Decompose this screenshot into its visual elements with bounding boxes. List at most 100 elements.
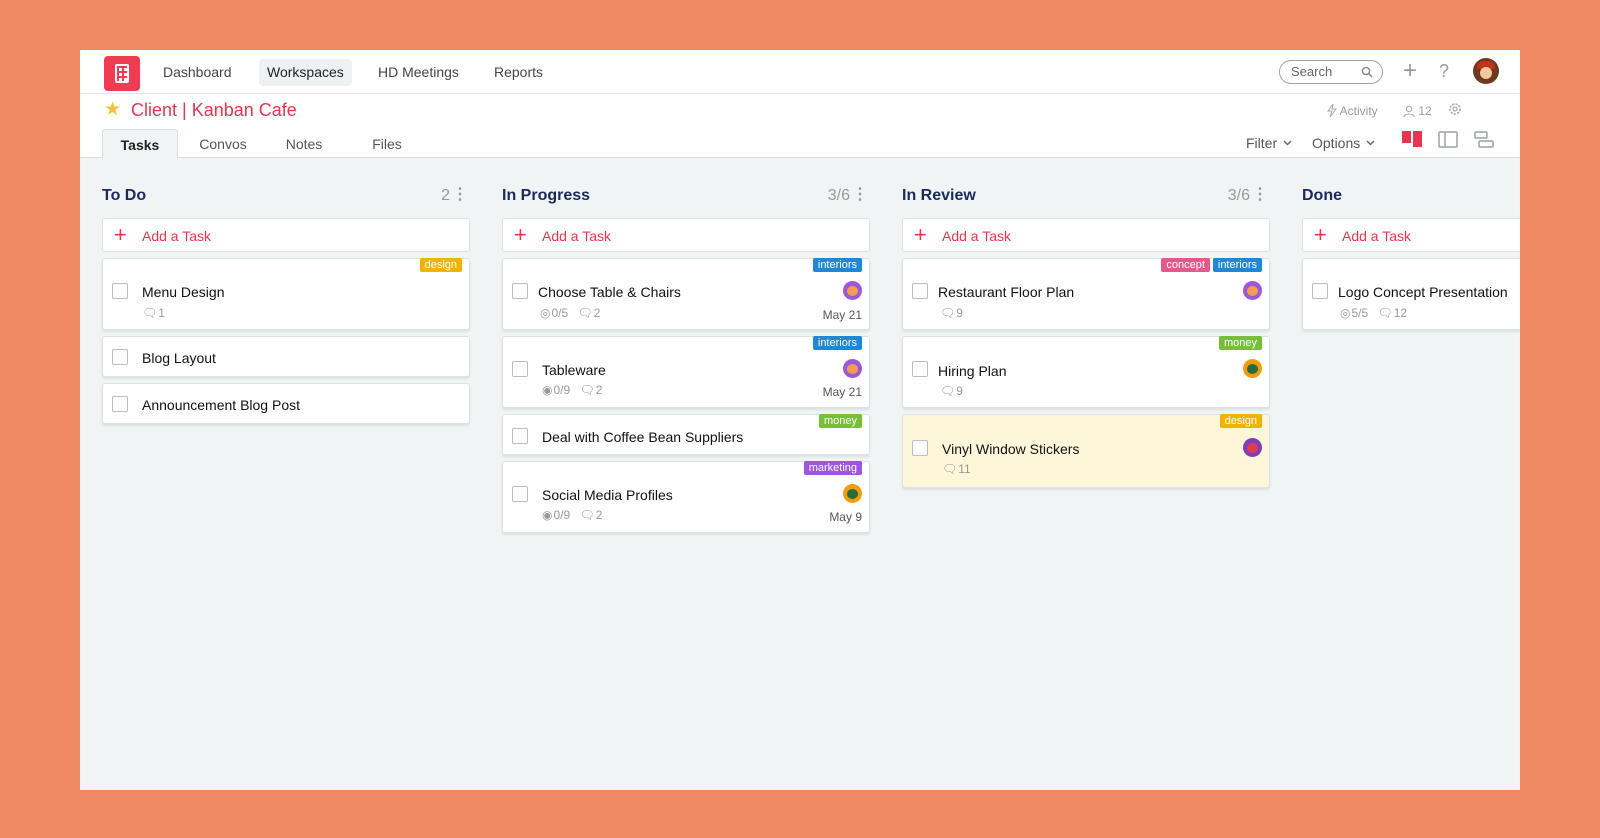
- task-title[interactable]: Logo Concept Presentation: [1338, 283, 1508, 301]
- help-icon[interactable]: ?: [1439, 61, 1449, 81]
- task-checkbox[interactable]: [112, 283, 128, 299]
- tag-money[interactable]: money: [818, 414, 862, 428]
- due-date: May 21: [822, 308, 862, 322]
- assignee-avatar[interactable]: [1243, 359, 1262, 378]
- task-title[interactable]: Blog Layout: [142, 349, 216, 367]
- task-checkbox[interactable]: [112, 396, 128, 412]
- task-card[interactable]: design Vinyl Window Stickers 🗨11: [902, 414, 1270, 488]
- more-vertical-icon[interactable]: ⋮: [852, 186, 868, 204]
- add-task-label: Add a Task: [1342, 228, 1412, 244]
- assignee-avatar[interactable]: [843, 281, 862, 300]
- task-meta: 🗨1: [142, 306, 171, 320]
- task-card[interactable]: Blog Layout: [102, 336, 470, 377]
- nav-hd-meetings[interactable]: HD Meetings: [370, 59, 467, 86]
- column-title: Done: [1302, 187, 1342, 204]
- tab-notes[interactable]: Notes: [276, 129, 332, 158]
- tab-convos[interactable]: Convos: [188, 129, 258, 158]
- task-title[interactable]: Deal with Coffee Bean Suppliers: [542, 428, 743, 446]
- task-card[interactable]: interiors Tableware ◉0/9 🗨2 May 21: [502, 336, 870, 408]
- star-icon[interactable]: ★: [104, 100, 122, 119]
- task-title[interactable]: Menu Design: [142, 283, 225, 301]
- task-title[interactable]: Restaurant Floor Plan: [938, 283, 1074, 301]
- task-card[interactable]: interiors Choose Table & Chairs ◎0/5 🗨2 …: [502, 258, 870, 330]
- comment-count: 🗨9: [940, 306, 963, 320]
- options-label: Options: [1312, 135, 1361, 151]
- task-checkbox[interactable]: [1312, 283, 1328, 299]
- task-card[interactable]: marketing Social Media Profiles ◉0/9 🗨2 …: [502, 461, 870, 533]
- comment-count-value: 1: [158, 306, 165, 320]
- tag-concept[interactable]: concept: [1161, 258, 1210, 272]
- task-checkbox[interactable]: [512, 428, 528, 444]
- task-card[interactable]: design Menu Design 🗨1: [102, 258, 470, 330]
- comment-icon: 🗨: [142, 306, 158, 320]
- task-card[interactable]: Announcement Blog Post: [102, 383, 470, 424]
- split-view-icon[interactable]: [1438, 131, 1458, 148]
- check-circle-icon: ◉: [542, 508, 553, 522]
- nav-dashboard[interactable]: Dashboard: [155, 59, 240, 86]
- tag-list: interiors: [812, 336, 862, 351]
- comment-count-value: 9: [956, 384, 963, 398]
- task-card[interactable]: concept interiors Restaurant Floor Plan …: [902, 258, 1270, 330]
- add-task-button[interactable]: + Add a Task: [902, 218, 1270, 252]
- task-card[interactable]: money Hiring Plan 🗨9: [902, 336, 1270, 408]
- user-avatar[interactable]: [1473, 58, 1499, 84]
- more-vertical-icon[interactable]: ⋮: [452, 186, 468, 204]
- task-title[interactable]: Tableware: [542, 361, 606, 379]
- members-count[interactable]: 12: [1403, 103, 1432, 119]
- activity-link[interactable]: Activity: [1327, 103, 1378, 119]
- tab-files[interactable]: Files: [362, 129, 412, 158]
- assignee-avatar[interactable]: [1243, 438, 1262, 457]
- timeline-view-icon[interactable]: [1474, 131, 1494, 149]
- column-count: 2: [441, 187, 450, 204]
- nav-reports[interactable]: Reports: [486, 59, 551, 86]
- filter-dropdown[interactable]: Filter: [1246, 134, 1292, 152]
- assignee-avatar[interactable]: [843, 484, 862, 503]
- tag-list: design: [419, 258, 462, 273]
- comment-icon: 🗨: [942, 462, 958, 476]
- task-meta: ◎5/5 🗨12: [1340, 306, 1413, 320]
- task-title[interactable]: Vinyl Window Stickers: [942, 440, 1079, 458]
- tag-design[interactable]: design: [419, 258, 462, 272]
- checklist-count: ◉0/9: [542, 508, 570, 522]
- task-checkbox[interactable]: [912, 361, 928, 377]
- checklist-value: 0/9: [553, 383, 571, 397]
- tag-interiors[interactable]: interiors: [1212, 258, 1262, 272]
- board-view-icon[interactable]: [1402, 131, 1422, 147]
- tab-tasks[interactable]: Tasks: [102, 129, 178, 159]
- app-logo-icon[interactable]: [104, 56, 140, 91]
- task-meta: ◉0/9 🗨2: [542, 508, 608, 522]
- task-checkbox[interactable]: [512, 486, 528, 502]
- tag-marketing[interactable]: marketing: [803, 461, 862, 475]
- assignee-avatar[interactable]: [843, 359, 862, 378]
- assignee-avatar[interactable]: [1243, 281, 1262, 300]
- task-checkbox[interactable]: [112, 349, 128, 365]
- tag-money[interactable]: money: [1218, 336, 1262, 350]
- task-title[interactable]: Announcement Blog Post: [142, 396, 300, 414]
- more-vertical-icon[interactable]: ⋮: [1252, 186, 1268, 204]
- settings-gear-icon[interactable]: [1448, 102, 1462, 116]
- task-card[interactable]: money Deal with Coffee Bean Suppliers: [502, 414, 870, 455]
- task-title[interactable]: Hiring Plan: [938, 362, 1006, 380]
- member-count-value: 12: [1418, 104, 1432, 118]
- add-task-button[interactable]: + Add a Task: [502, 218, 870, 252]
- options-dropdown[interactable]: Options: [1312, 134, 1375, 152]
- comment-count-value: 2: [595, 508, 603, 522]
- comment-icon: 🗨: [940, 384, 956, 398]
- tag-interiors[interactable]: interiors: [812, 258, 862, 272]
- tag-design[interactable]: design: [1219, 414, 1262, 428]
- tag-interiors[interactable]: interiors: [812, 336, 862, 350]
- task-checkbox[interactable]: [512, 283, 528, 299]
- add-icon[interactable]: +: [1403, 59, 1417, 83]
- search-input[interactable]: Search: [1279, 60, 1383, 84]
- nav-workspaces[interactable]: Workspaces: [259, 59, 352, 86]
- task-checkbox[interactable]: [912, 283, 928, 299]
- task-title[interactable]: Social Media Profiles: [542, 486, 673, 504]
- project-header: ★ Client | Kanban Cafe Activity 12 Tasks…: [80, 94, 1520, 159]
- task-card[interactable]: Logo Concept Presentation ◎5/5 🗨12: [1302, 258, 1520, 330]
- add-task-button[interactable]: + Add a Task: [102, 218, 470, 252]
- comment-count-value: 11: [958, 462, 971, 476]
- add-task-button[interactable]: + Add a Task: [1302, 218, 1520, 252]
- task-checkbox[interactable]: [512, 361, 528, 377]
- task-checkbox[interactable]: [912, 440, 928, 456]
- task-title[interactable]: Choose Table & Chairs: [538, 283, 681, 301]
